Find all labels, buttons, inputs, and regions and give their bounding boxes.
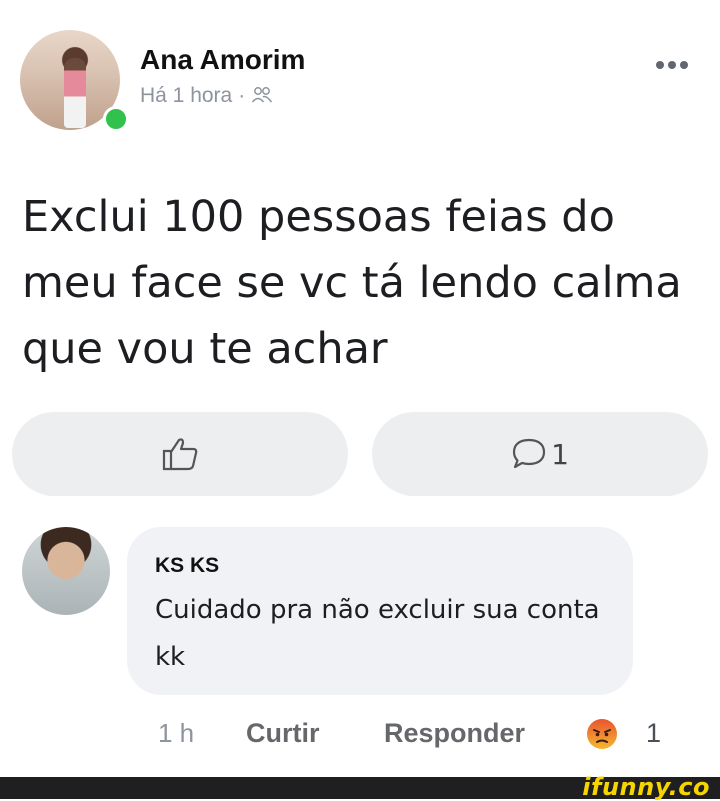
post-meta: Há 1 hora · xyxy=(140,84,273,108)
comment-count: 1 xyxy=(551,437,569,471)
author-name[interactable]: Ana Amorim xyxy=(140,44,305,76)
comment-reply-button[interactable]: Responder xyxy=(384,718,525,749)
meta-separator: · xyxy=(238,84,246,107)
more-dot-icon xyxy=(680,61,688,69)
post-time[interactable]: Há 1 hora xyxy=(140,84,232,107)
watermark-logo: ifunny.co xyxy=(582,773,710,801)
post-text: Exclui 100 pessoas feias do meu face se … xyxy=(22,192,682,374)
post-header: Ana Amorim Há 1 hora · xyxy=(0,0,720,150)
more-options-button[interactable] xyxy=(656,56,700,80)
thumbs-up-icon xyxy=(162,438,198,471)
reaction-count[interactable]: 1 xyxy=(646,718,661,749)
comment-like-button[interactable]: Curtir xyxy=(246,718,320,749)
angry-reaction-icon xyxy=(587,719,617,749)
comment-text: Cuidado pra não excluir sua conta kk xyxy=(155,595,600,672)
commenter-avatar[interactable] xyxy=(22,527,110,615)
comment-bubble: KS KS Cuidado pra não excluir sua conta … xyxy=(127,527,633,695)
more-dot-icon xyxy=(656,61,664,69)
comment-icon xyxy=(512,438,546,469)
comment-actions: 1 h Curtir Responder 1 xyxy=(0,714,720,758)
comment-time: 1 h xyxy=(158,718,195,748)
avatar-photo xyxy=(64,58,86,128)
friends-icon xyxy=(252,87,273,103)
like-button[interactable] xyxy=(12,412,348,496)
watermark-bar: ifunny.co xyxy=(0,773,720,801)
online-status-dot xyxy=(103,106,129,132)
comment-author[interactable]: KS KS xyxy=(155,554,219,578)
more-dot-icon xyxy=(668,61,676,69)
comment-button[interactable]: 1 xyxy=(372,412,708,496)
